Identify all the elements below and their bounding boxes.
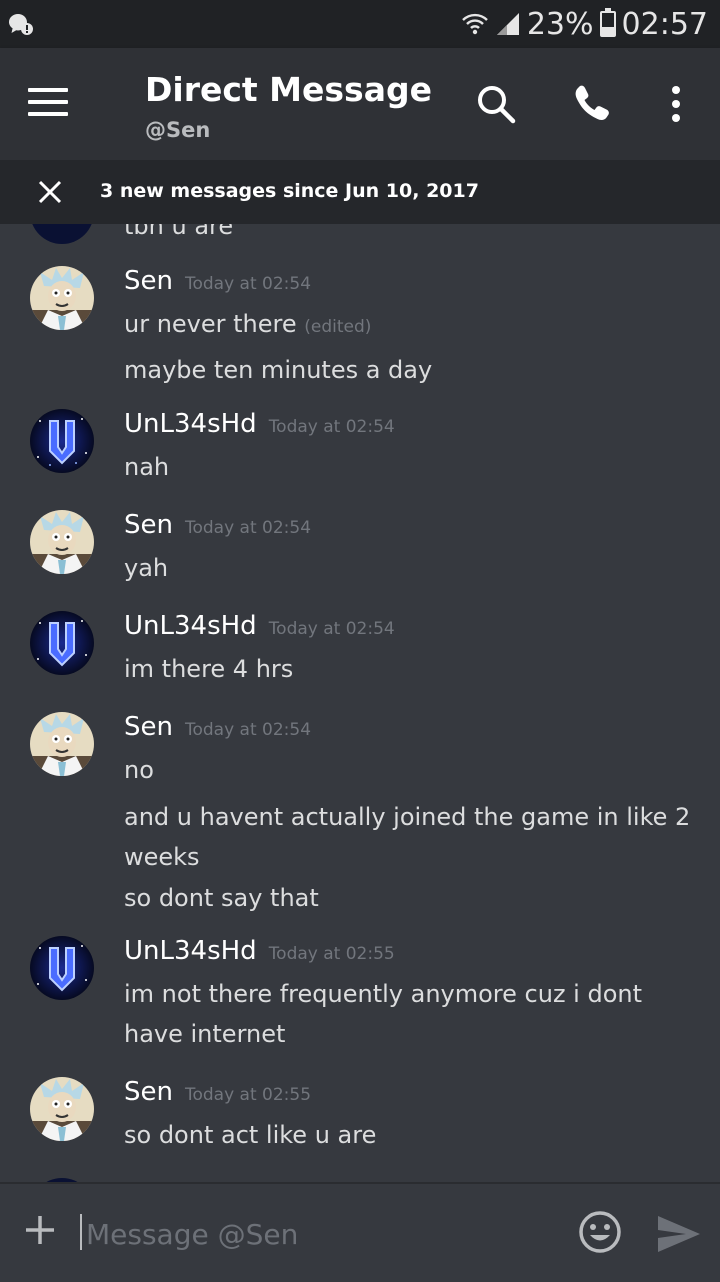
wifi-icon [461, 13, 488, 35]
author-name[interactable]: Sen [124, 1077, 173, 1107]
message-text: maybe ten minutes a day [124, 356, 433, 384]
message-timestamp: Today at 02:54 [268, 417, 395, 437]
message-text: im there 4 hrs [124, 655, 294, 683]
message-text: and u havent actually joined the game in… [124, 803, 691, 871]
edited-label: (edited) [304, 317, 372, 337]
new-messages-text: 3 new messages since Jun 10, 2017 [100, 180, 479, 202]
message-timestamp: Today at 02:55 [184, 1085, 312, 1105]
avatar-sen[interactable] [30, 266, 94, 330]
author-name[interactable]: UnL34sHd [124, 409, 257, 439]
message-text: so dont say that [124, 884, 319, 912]
message-timestamp: Today at 02:54 [184, 720, 312, 740]
message-text: im not there frequently anymore cuz i do… [124, 980, 643, 1048]
author-name[interactable]: Sen [124, 266, 173, 296]
author-name[interactable]: UnL34sHd [124, 936, 257, 966]
message-author: Sen Today at 02:54 [124, 266, 311, 296]
message-author: Sen Today at 02:55 [124, 1077, 311, 1107]
new-messages-banner[interactable]: 3 new messages since Jun 10, 2017 [0, 160, 720, 224]
avatar-sen[interactable] [30, 712, 94, 776]
message-text: no [124, 756, 154, 784]
page-title: Direct Message [145, 70, 432, 109]
search-icon[interactable] [474, 82, 518, 126]
app-header: Direct Message @Sen [0, 48, 720, 160]
add-attachment-icon[interactable] [24, 1214, 56, 1246]
message-input[interactable] [84, 1210, 548, 1258]
message-list[interactable]: tbh u are Sen Today at 02:54 ur never the… [0, 224, 720, 1182]
more-options-icon[interactable] [654, 82, 698, 126]
menu-icon[interactable] [28, 88, 68, 118]
status-bar: 23% 02:57 [0, 0, 720, 48]
clock: 02:57 [621, 6, 708, 42]
avatar-sen[interactable] [30, 510, 94, 574]
message-timestamp: Today at 02:54 [184, 274, 312, 294]
avatar[interactable] [30, 224, 94, 244]
message-author: UnL34sHd Today at 02:54 [124, 611, 395, 641]
message-timestamp: Today at 02:55 [268, 944, 395, 964]
avatar-sen[interactable] [30, 1077, 94, 1141]
avatar-unl34shd[interactable] [30, 409, 94, 473]
message-line: ur never there [124, 310, 297, 338]
message-text: nah [124, 453, 170, 481]
text-cursor [80, 1214, 82, 1250]
author-name[interactable]: Sen [124, 712, 173, 742]
recipient-handle: @Sen [145, 118, 211, 142]
signal-icon [496, 13, 519, 35]
message-text: ur never there (edited) [124, 304, 694, 347]
battery-icon [599, 8, 616, 37]
avatar-unl34shd[interactable] [30, 611, 94, 675]
message-author: UnL34sHd Today at 02:55 [124, 936, 395, 966]
message-text: so dont act like u are [124, 1121, 377, 1149]
message-author: Sen Today at 02:54 [124, 712, 311, 742]
close-icon[interactable] [36, 178, 64, 206]
author-name[interactable]: UnL34sHd [124, 611, 257, 641]
message-author: Sen Today at 02:54 [124, 510, 311, 540]
battery-percent: 23% [526, 6, 594, 42]
message-composer [0, 1182, 720, 1282]
message-author: UnL34sHd Today at 02:54 [124, 409, 395, 439]
message-timestamp: Today at 02:54 [184, 518, 312, 538]
message-timestamp: Today at 02:54 [268, 619, 395, 639]
emoji-icon[interactable] [578, 1210, 622, 1254]
message-text: yah [124, 554, 169, 582]
message-text: tbh u are [124, 224, 234, 240]
avatar-unl34shd[interactable] [30, 936, 94, 1000]
author-name[interactable]: Sen [124, 510, 173, 540]
phone-call-icon[interactable] [570, 82, 614, 126]
notification-icon [9, 14, 33, 35]
send-icon[interactable] [656, 1214, 702, 1254]
